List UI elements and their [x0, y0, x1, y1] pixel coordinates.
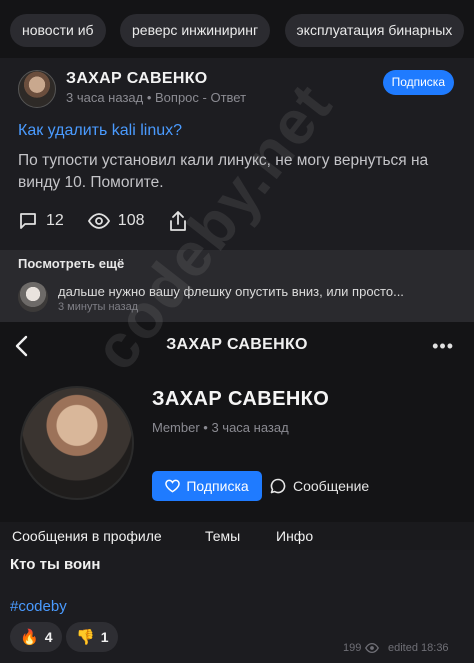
tag-chip[interactable]: эксплуатация бинарных: [284, 14, 465, 47]
reaction-dislike[interactable]: 👎 1: [66, 622, 119, 652]
share-icon[interactable]: [169, 210, 187, 232]
post-author[interactable]: ЗАХАР САВЕНКО: [66, 70, 208, 88]
profile-subscribe-label: Подписка: [186, 478, 249, 494]
comments-count: 12: [46, 212, 64, 229]
tag-chips-row: новости иб реверс инжиниринг эксплуатаци…: [0, 0, 474, 58]
reaction-count: 4: [44, 629, 53, 645]
tab-info[interactable]: Инфо: [276, 528, 313, 544]
comments-stat[interactable]: 12: [18, 211, 64, 231]
reaction-fire[interactable]: 🔥 4: [10, 622, 63, 652]
subscribe-button[interactable]: Подписка: [382, 70, 454, 95]
message-button[interactable]: Сообщение: [270, 471, 369, 501]
chat-bubble-icon: [270, 478, 286, 494]
profile-tabs: Сообщения в профиле Темы Инфо: [0, 522, 474, 550]
profile-avatar[interactable]: [20, 386, 134, 500]
eye-icon: [365, 643, 380, 653]
see-more-section: Посмотреть ещё дальше нужно вашу флешку …: [0, 250, 474, 322]
post-views: 199: [343, 642, 383, 654]
latest-comment-time: 3 минуты назад: [58, 301, 139, 313]
profile-name: ЗАХАР САВЕНКО: [152, 388, 330, 410]
profile-post-text: Кто ты воин: [10, 556, 101, 573]
tab-threads[interactable]: Темы: [205, 528, 240, 544]
profile-post: Кто ты воин #codeby 🔥 4 👎 1 199 edited 1…: [0, 550, 474, 663]
commenter-avatar[interactable]: [18, 282, 48, 312]
post-title[interactable]: Как удалить kali linux?: [18, 122, 182, 140]
edited-time: edited 18:36: [388, 642, 449, 654]
hashtag-link[interactable]: #codeby: [10, 598, 67, 615]
profile-meta: Member • 3 часа назад: [152, 420, 289, 435]
tag-chip[interactable]: реверс инжиниринг: [120, 14, 271, 47]
more-options-icon[interactable]: •••: [432, 336, 454, 357]
author-avatar[interactable]: [18, 70, 56, 108]
comment-icon: [20, 213, 36, 229]
eye-icon: [87, 213, 110, 229]
profile-panel: ЗАХАР САВЕНКО ••• ЗАХАР САВЕНКО Member •…: [0, 322, 474, 663]
message-button-label: Сообщение: [293, 478, 370, 494]
see-more-title[interactable]: Посмотреть ещё: [18, 256, 124, 271]
views-count: 108: [117, 212, 145, 229]
tag-chip[interactable]: новости иб: [10, 14, 106, 47]
fire-icon: 🔥: [20, 629, 39, 646]
dislike-icon: 👎: [76, 629, 95, 646]
latest-comment-text[interactable]: дальше нужно вашу флешку опустить вниз, …: [58, 284, 458, 299]
profile-subscribe-button[interactable]: Подписка: [152, 471, 262, 501]
reaction-count: 1: [100, 629, 109, 645]
share-stat[interactable]: [169, 210, 195, 232]
heart-icon: [165, 479, 181, 493]
post-meta: 3 часа назад • Вопрос - Ответ: [66, 90, 247, 105]
profile-header-title: ЗАХАР САВЕНКО: [166, 336, 308, 353]
post-stats: 12 108: [18, 208, 219, 234]
post-card: ЗАХАР САВЕНКО 3 часа назад • Вопрос - От…: [0, 58, 474, 250]
post-body: По тупости установил кали линукс, не мог…: [18, 152, 429, 191]
post-views-count: 199: [343, 642, 362, 654]
views-stat: 108: [87, 212, 145, 230]
tab-profile-posts[interactable]: Сообщения в профиле: [12, 528, 162, 544]
